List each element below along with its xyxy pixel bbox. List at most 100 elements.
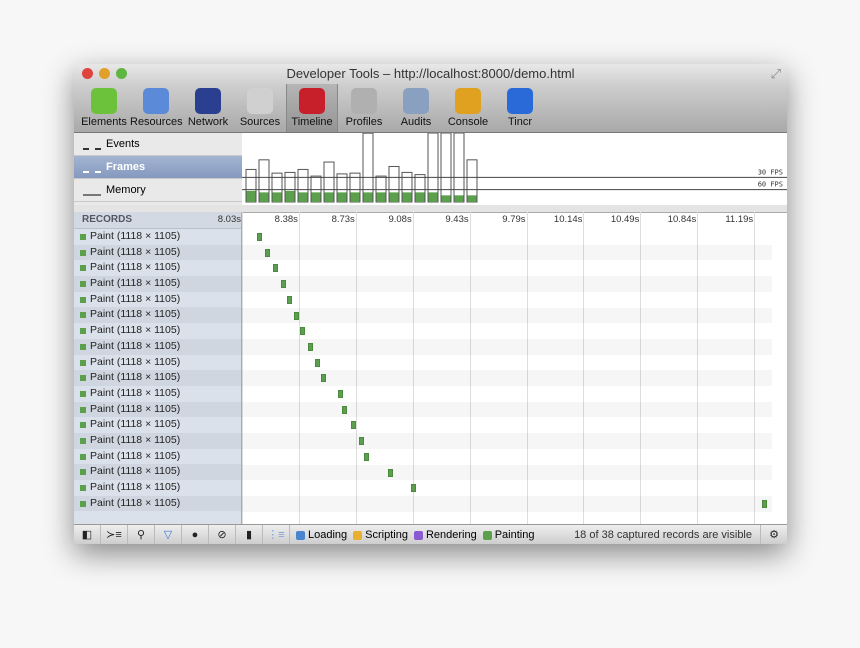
- paint-record-bar[interactable]: [363, 452, 369, 461]
- record-label: Paint (1118 × 1105): [90, 292, 181, 305]
- tab-label: Audits: [400, 116, 432, 128]
- record-timeline-row: [242, 496, 772, 512]
- zoom-button[interactable]: [116, 68, 127, 79]
- overview-item-memory[interactable]: Memory: [74, 179, 242, 202]
- record-label: Paint (1118 × 1105): [90, 433, 181, 446]
- search-icon[interactable]: ⚲: [128, 525, 155, 544]
- frame-bar[interactable]: [362, 133, 374, 203]
- paint-record-bar[interactable]: [272, 264, 278, 273]
- tab-tincr[interactable]: Tincr: [494, 84, 546, 132]
- tab-network[interactable]: Network: [182, 84, 234, 132]
- paint-record-bar[interactable]: [287, 295, 293, 304]
- frame-bar[interactable]: [453, 133, 465, 203]
- overview-item-events[interactable]: Events: [74, 133, 242, 156]
- paint-category-icon: [80, 437, 86, 444]
- minimize-button[interactable]: [99, 68, 110, 79]
- record-label: Paint (1118 × 1105): [90, 230, 181, 242]
- record-icon[interactable]: ●: [182, 525, 209, 544]
- paint-record-bar[interactable]: [358, 437, 364, 446]
- record-row[interactable]: Paint (1118 × 1105): [74, 432, 241, 449]
- tab-audits[interactable]: Audits: [390, 84, 442, 132]
- paint-record-bar[interactable]: [337, 390, 343, 398]
- frame-bar[interactable]: [427, 133, 439, 203]
- paint-record-bar[interactable]: [264, 248, 270, 257]
- clear-icon[interactable]: ⊘: [209, 525, 236, 544]
- checkbox-icon[interactable]: [413, 530, 423, 540]
- checkbox-icon[interactable]: [482, 530, 492, 540]
- record-row[interactable]: Paint (1118 × 1105): [74, 449, 241, 465]
- paint-record-bar[interactable]: [308, 342, 314, 351]
- paint-category-icon: [80, 469, 86, 476]
- record-row[interactable]: Paint (1118 × 1105): [74, 244, 241, 261]
- record-row[interactable]: Paint (1118 × 1105): [74, 480, 241, 496]
- devtools-window: Developer Tools – http://localhost:8000/…: [74, 64, 787, 544]
- record-row[interactable]: Paint (1118 × 1105): [74, 260, 241, 276]
- record-row[interactable]: Paint (1118 × 1105): [74, 307, 241, 324]
- tab-label: Network: [187, 116, 229, 128]
- dock-icon[interactable]: ◧: [74, 525, 101, 544]
- tab-label: Elements: [81, 116, 127, 128]
- fps-label: 30 FPS: [758, 168, 783, 176]
- tab-label: Timeline: [291, 116, 333, 128]
- paint-record-bar[interactable]: [280, 280, 286, 289]
- record-row[interactable]: Paint (1118 × 1105): [74, 338, 241, 355]
- frame-bar[interactable]: [440, 133, 452, 203]
- checkbox-icon[interactable]: [296, 530, 305, 540]
- status-bar: ◧ ≻≡ ⚲ ▽ ● ⊘ ▮ ⋮≡ Loading Scripting Render…: [74, 524, 787, 544]
- paint-record-bar[interactable]: [762, 499, 768, 508]
- paint-record-bar[interactable]: [410, 484, 416, 493]
- fullscreen-icon[interactable]: ⤢: [771, 64, 781, 84]
- close-button[interactable]: [82, 68, 93, 79]
- garbage-collect-icon[interactable]: ▮: [236, 525, 263, 544]
- record-row[interactable]: Paint (1118 × 1105): [74, 229, 241, 245]
- record-row[interactable]: Paint (1118 × 1105): [74, 401, 241, 418]
- tab-timeline[interactable]: Timeline: [286, 84, 338, 132]
- settings-gear-icon[interactable]: ⚙: [760, 525, 787, 544]
- record-row[interactable]: Paint (1118 × 1105): [74, 323, 241, 339]
- paint-category-icon: [80, 500, 86, 507]
- record-row[interactable]: Paint (1118 × 1105): [74, 464, 241, 480]
- paint-record-bar[interactable]: [342, 405, 348, 414]
- paint-record-bar[interactable]: [300, 327, 306, 336]
- record-row[interactable]: Paint (1118 × 1105): [74, 386, 241, 402]
- filter-icon[interactable]: ▽: [155, 525, 182, 544]
- console-drawer-icon[interactable]: ≻≡: [101, 525, 128, 544]
- filter-rendering[interactable]: Rendering: [413, 529, 477, 541]
- events-icon: [83, 139, 101, 150]
- record-timeline-row: [242, 339, 772, 355]
- filter-painting[interactable]: Painting: [482, 529, 534, 541]
- record-row[interactable]: Paint (1118 × 1105): [74, 495, 241, 512]
- records-timeline[interactable]: 8.03s 8.38s 8.73s 9.08s 9.43s 9.79s 10.14s 10.4…: [218, 212, 787, 524]
- filter-scripting[interactable]: Scripting: [353, 529, 408, 541]
- record-row[interactable]: Paint (1118 × 1105): [74, 370, 241, 386]
- paint-record-bar[interactable]: [293, 311, 299, 320]
- record-row[interactable]: Paint (1118 × 1105): [74, 276, 241, 292]
- record-timeline-row: [242, 417, 772, 433]
- record-row[interactable]: Paint (1118 × 1105): [74, 292, 241, 308]
- paint-record-bar[interactable]: [256, 233, 262, 241]
- glue-records-icon[interactable]: ⋮≡: [263, 525, 290, 544]
- paint-category-icon: [80, 343, 86, 350]
- tab-resources[interactable]: Resources: [130, 84, 183, 132]
- paint-record-bar[interactable]: [321, 374, 327, 383]
- paint-record-bar[interactable]: [387, 468, 393, 477]
- filter-loading[interactable]: Loading: [296, 529, 347, 541]
- frame-painting-segment: [311, 192, 321, 202]
- record-timeline-row: [242, 433, 772, 449]
- time-tick-label: 9.43s: [445, 214, 469, 225]
- paint-record-bar[interactable]: [350, 421, 356, 430]
- tab-profiles[interactable]: Profiles: [338, 84, 390, 132]
- panel-toolbar: Elements Resources Network Sources Timeline P…: [74, 84, 787, 133]
- record-label: Paint (1118 × 1105): [90, 308, 181, 321]
- frame-painting-segment: [376, 192, 386, 202]
- tab-elements[interactable]: Elements: [78, 84, 130, 132]
- tab-sources[interactable]: Sources: [234, 84, 286, 132]
- record-row[interactable]: Paint (1118 × 1105): [74, 355, 241, 371]
- tab-console[interactable]: Console: [442, 84, 494, 132]
- overview-item-frames[interactable]: Frames: [74, 156, 242, 179]
- checkbox-icon[interactable]: [353, 530, 363, 540]
- record-row[interactable]: Paint (1118 × 1105): [74, 417, 241, 433]
- frames-chart[interactable]: 30 FPS 60 FPS: [242, 133, 787, 205]
- record-timeline-row: [242, 480, 772, 496]
- paint-record-bar[interactable]: [314, 358, 320, 367]
